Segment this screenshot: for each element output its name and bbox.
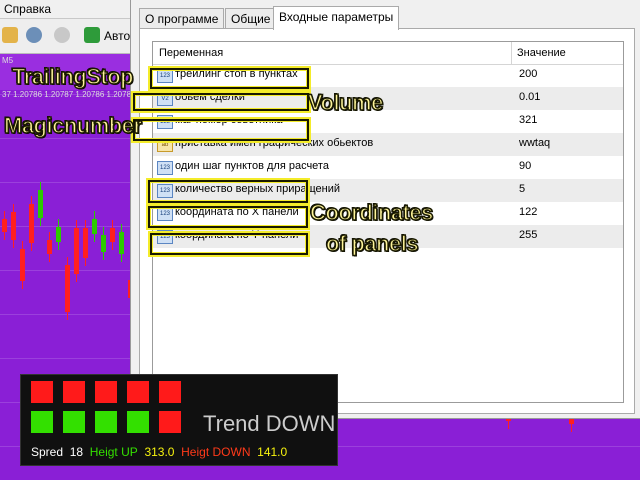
candle-body — [11, 212, 16, 241]
menu-help[interactable]: Справка — [4, 2, 51, 16]
user-icon[interactable] — [26, 27, 42, 43]
height-down-label: Heigt DOWN — [181, 445, 251, 459]
top-signal-square — [95, 381, 117, 403]
candle-body — [56, 226, 61, 243]
indicator-stats: Spred 18 Heigt UP 313.0 Heigt DOWN 141.0 — [31, 445, 287, 459]
parameter-value[interactable]: 0.01 — [519, 91, 540, 103]
bottom-signal-square — [127, 411, 149, 433]
volume-highlight — [133, 93, 309, 111]
trailing-stop-highlight — [150, 68, 309, 89]
candle-body — [119, 231, 124, 254]
candle-body — [65, 265, 70, 313]
chart-ohlc: 37 1.20786 1.20787 1.20786 1.20786 — [2, 90, 136, 99]
autotrading-label[interactable]: Авто — [104, 29, 130, 43]
table-header: Переменная Значение — [153, 42, 623, 65]
bottom-signal-square — [95, 411, 117, 433]
column-variable[interactable]: Переменная — [159, 47, 223, 59]
candle-body — [110, 227, 115, 243]
spread-value: 18 — [69, 445, 84, 459]
top-signal-square — [127, 381, 149, 403]
volume-caption: Volume — [307, 89, 384, 116]
candle-body — [101, 234, 106, 253]
indicator-panel: Trend DOWN Spred 18 Heigt UP 313.0 Heigt… — [20, 374, 338, 466]
tab-common[interactable]: Общие — [225, 8, 277, 29]
pencil-icon[interactable] — [2, 27, 18, 43]
parameter-value[interactable]: 5 — [519, 183, 525, 195]
top-signal-square — [31, 381, 53, 403]
top-signal-square — [63, 381, 85, 403]
parameter-name: один шаг пунктов для расчета — [175, 160, 329, 172]
trend-label: Trend DOWN — [203, 411, 336, 436]
tab-inputs[interactable]: Входные параметры — [273, 6, 400, 30]
candle-body — [20, 249, 25, 281]
tab-about[interactable]: О программе — [139, 8, 225, 29]
bottom-signal-square — [63, 411, 85, 433]
parameter-value[interactable]: 200 — [519, 68, 537, 80]
autotrading-icon[interactable] — [84, 27, 100, 43]
panels-caption: of panels — [325, 230, 419, 257]
candle-body — [83, 228, 88, 259]
top-signal-square — [159, 381, 181, 403]
parameter-value[interactable]: wwtaq — [519, 137, 550, 149]
signal-icon[interactable] — [54, 27, 70, 43]
parameter-value[interactable]: 321 — [519, 114, 537, 126]
increments-highlight — [148, 180, 308, 203]
height-up-value: 313.0 — [144, 445, 175, 459]
parameter-value[interactable]: 255 — [519, 229, 537, 241]
magic-number-caption: Magicnumber — [3, 112, 143, 139]
table-row[interactable]: 123 один шаг пунктов для расчета 90 — [153, 156, 623, 179]
parameter-value[interactable]: 122 — [519, 206, 537, 218]
x-coordinate-highlight — [148, 206, 308, 228]
candle-body — [2, 219, 7, 232]
number-type-icon: 123 — [157, 161, 173, 175]
candle-body — [38, 189, 43, 218]
spread-label: Spred — [31, 445, 64, 459]
parameter-value[interactable]: 90 — [519, 160, 531, 172]
coordinates-caption: Coordinates — [309, 199, 434, 226]
candle-body — [74, 228, 79, 275]
candle-body — [92, 219, 97, 235]
candle-body — [47, 239, 52, 254]
height-down-value: 141.0 — [257, 445, 288, 459]
candle-body — [29, 204, 34, 244]
column-value[interactable]: Значение — [517, 47, 566, 59]
magic-number-highlight — [133, 119, 309, 141]
y-coordinate-highlight — [150, 233, 308, 255]
bottom-signal-square — [159, 411, 181, 433]
trailing-stop-caption: TrailingStop — [11, 63, 134, 90]
height-up-label: Heigt UP — [89, 445, 138, 459]
bottom-signal-square — [31, 411, 53, 433]
